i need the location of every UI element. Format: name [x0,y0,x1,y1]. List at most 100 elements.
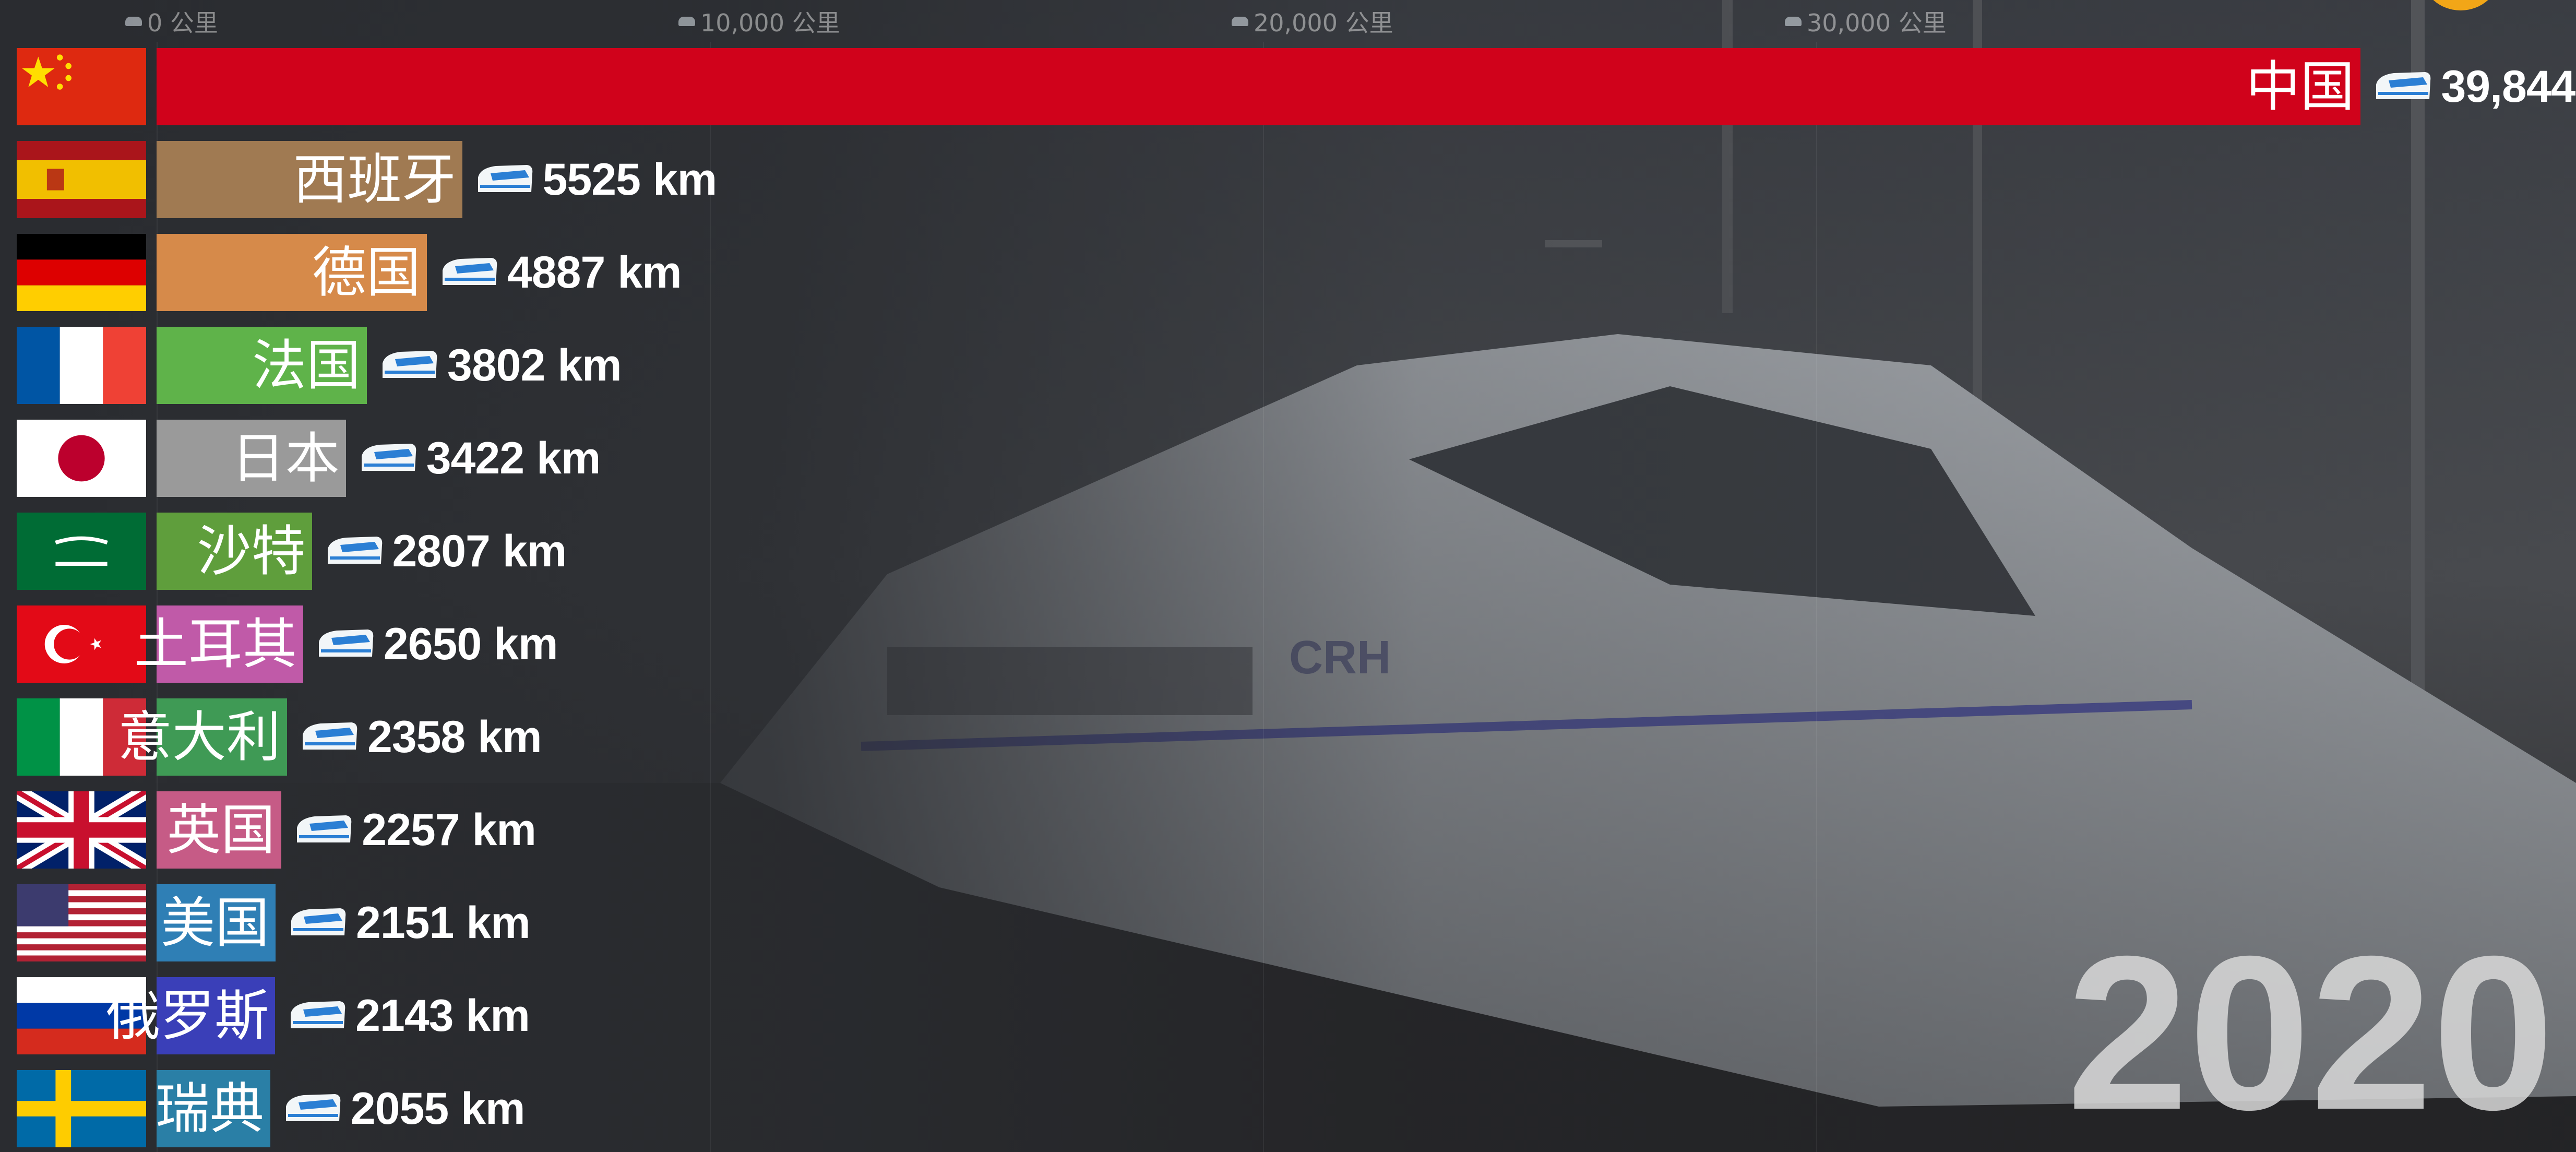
bar-label: 日本 [231,426,340,490]
bar: 沙特 [157,513,312,590]
value-label: 39,844km [2373,48,2576,125]
bar: 美国 [157,884,276,961]
tick-text: 20,000 公里 [1254,9,1393,37]
bar: 意大利 [118,698,287,776]
axis-tick-label: 0 公里 [125,3,218,40]
tick-text: 10,000 公里 [700,9,840,37]
axis-tick-label: 20,000 公里 [1232,3,1393,40]
train-icon [678,17,695,26]
train-icon [297,815,352,842]
train-icon [285,1094,341,1121]
value-unit: km [466,990,530,1041]
bar: 英国 [157,791,282,869]
value-unit: km [461,1083,525,1134]
spain-flag-icon [17,141,146,218]
axis-tick-label: 10,000 公里 [678,3,840,40]
value-unit: km [502,526,567,576]
train-icon [478,165,532,192]
value-label: 2358 km [300,698,542,776]
value-unit: km [466,897,530,948]
value-label: 2143 km [288,977,530,1054]
usa-flag-icon [17,884,146,961]
bar: 中国 [157,48,2361,125]
bar-row: 西班牙 5525 km [0,136,2576,223]
bar-row: 沙特 2807 km [0,507,2576,595]
value-label: 3422 km [359,420,601,497]
germany-flag-icon [17,234,146,311]
value-number: 2143 [355,990,454,1041]
value-number: 3802 [447,340,545,390]
train-icon [302,722,357,750]
train-icon [327,537,382,564]
value-unit: km [617,247,682,298]
bar-label: 英国 [166,798,276,862]
tick-text: 30,000 公里 [1807,9,1947,37]
bar-label: 美国 [160,891,269,955]
bar: 日本 [157,420,346,497]
value-number: 3422 [426,433,524,483]
train-icon [291,908,346,935]
value-label: 5525 km [475,141,717,218]
bar-label: 西班牙 [293,148,456,211]
bar-row: 中国 39,844km [0,43,2576,130]
bar-row: 英国 2257 km [0,786,2576,874]
saudi-flag-icon [17,513,146,590]
france-flag-icon [17,327,146,404]
bar-row: 土耳其 2650 km [0,600,2576,688]
bar-row: 意大利 2358 km [0,693,2576,781]
value-label: 2055 km [283,1070,525,1147]
bar-label: 俄罗斯 [106,984,269,1048]
train-icon [361,444,416,471]
bar: 俄罗斯 [106,977,276,1054]
bar-label: 瑞典 [155,1077,264,1141]
china-flag-icon [17,48,146,125]
train-icon [125,17,142,26]
value-label: 2257 km [294,791,536,869]
train-icon [1232,17,1248,26]
value-unit: km [472,804,536,855]
bar-row: 日本 3422 km [0,414,2576,502]
bar: 德国 [157,234,427,311]
train-icon [291,1001,345,1028]
value-number: 2151 [356,897,454,948]
train-icon [318,630,374,657]
value-number: 2257 [362,804,460,855]
value-number: 2358 [367,711,466,762]
bar: 西班牙 [157,141,462,218]
value-unit: km [478,711,542,762]
bar-chart-race: CRH 0 公里10,000 公里20,000 公里30,000 公里 中国39… [0,0,2576,1152]
bar: 法国 [157,327,367,404]
value-number: 2650 [383,619,482,669]
bar-label: 法国 [252,334,361,397]
turkey-flag-icon [17,605,146,683]
value-label: 2650 km [316,605,558,683]
value-label: 4887 km [439,234,682,311]
bar: 土耳其 [134,605,303,683]
train-icon [1785,17,1802,26]
value-number: 39,844 [2441,61,2575,112]
train-icon [2376,72,2431,99]
bar-row: 德国 4887 km [0,229,2576,316]
axis-tick-label: 30,000 公里 [1785,3,1947,40]
value-number: 4887 [507,247,605,298]
bar-label: 中国 [2246,55,2355,118]
tick-text: 0 公里 [147,9,218,37]
value-label: 2151 km [288,884,531,961]
bar-label: 德国 [312,241,421,304]
value-unit: km [494,619,558,669]
value-number: 2055 [350,1083,449,1134]
sweden-flag-icon [17,1070,146,1147]
value-label: 3802 km [379,327,622,404]
value-number: 2807 [392,526,491,576]
uk-flag-icon [17,791,146,869]
year-label: 2020 [2067,911,2555,1152]
bar: 瑞典 [155,1070,270,1147]
bar-label: 意大利 [117,705,281,769]
train-icon [443,258,497,285]
value-unit: km [652,154,717,205]
train-icon [383,351,437,378]
value-number: 5525 [542,154,641,205]
bar-row: 法国 3802 km [0,322,2576,409]
bar-label: 土耳其 [134,612,297,676]
value-unit: km [536,433,601,483]
